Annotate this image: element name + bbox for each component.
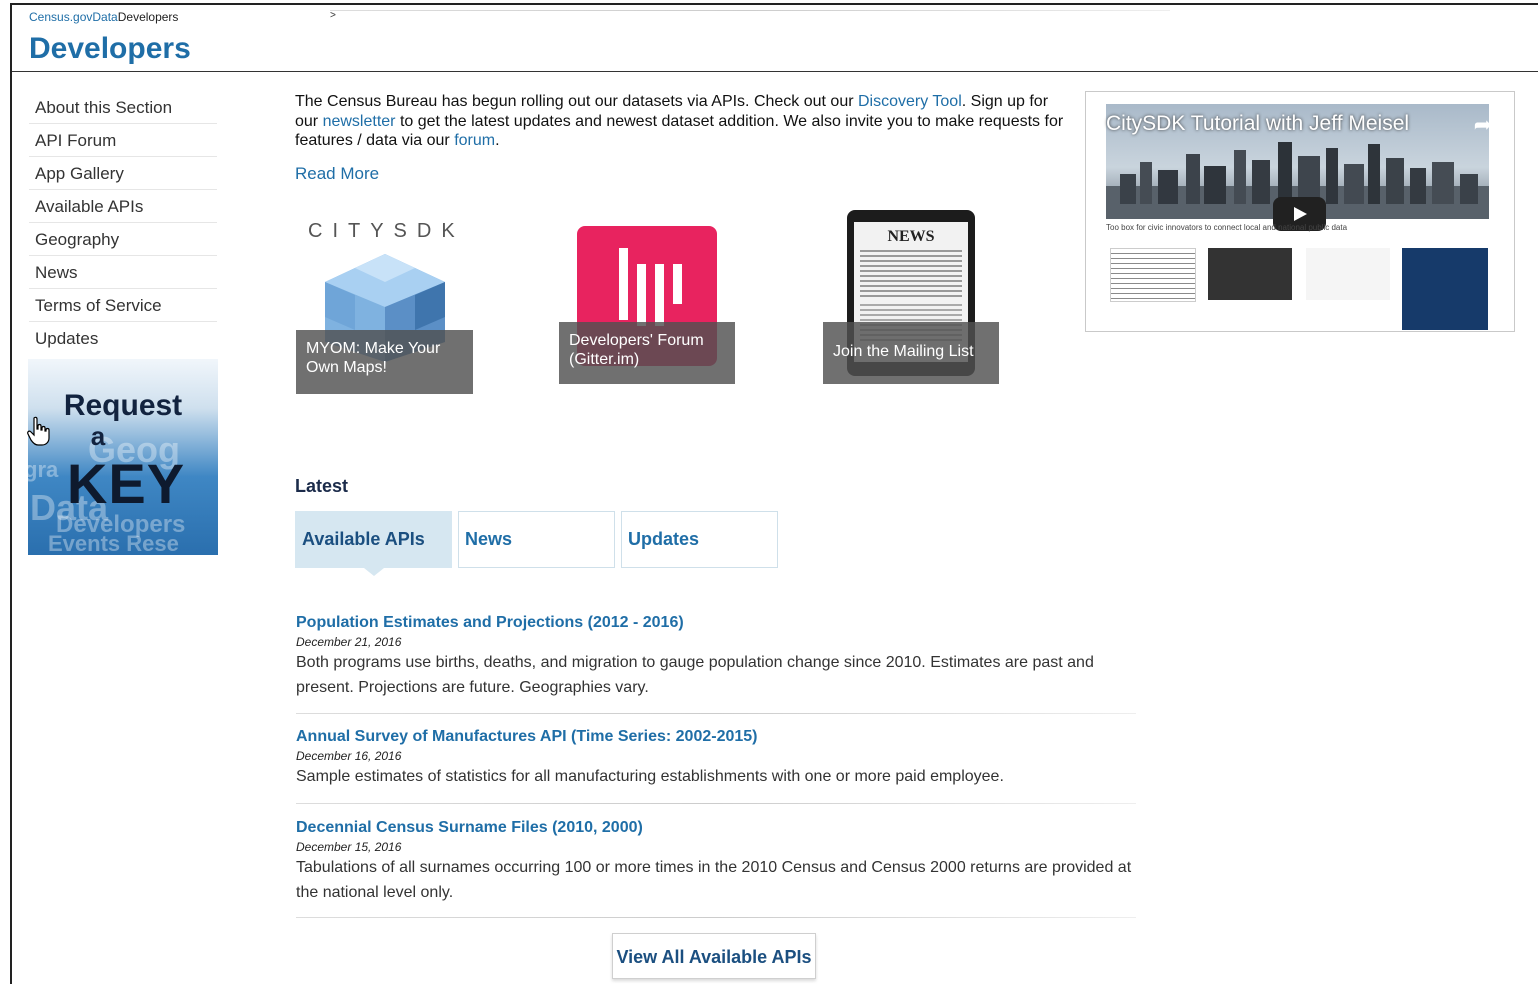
breadcrumb: Census.gov > Data > Developers	[29, 10, 1170, 24]
code-thumbnail	[1208, 248, 1292, 300]
tile-mailing-list-caption: Join the Mailing List	[823, 322, 999, 384]
forum-link[interactable]: forum	[454, 132, 495, 149]
entry-title[interactable]: Annual Survey of Manufactures API (Time …	[296, 728, 758, 745]
request-key-line1: Request	[63, 389, 183, 422]
sidebar-item-available-apis[interactable]: Available APIs	[29, 190, 217, 223]
entry-divider	[296, 713, 1136, 714]
partners-thumbnail	[1306, 248, 1390, 300]
share-icon[interactable]: ➦	[1474, 112, 1492, 138]
tab-updates[interactable]: Updates	[621, 511, 778, 568]
video-title: CitySDK Tutorial with Jeff Meisel	[1106, 112, 1410, 135]
entry-divider	[296, 803, 1136, 804]
request-key-line3: KEY	[66, 452, 186, 515]
sidebar-item-api-forum[interactable]: API Forum	[29, 124, 217, 157]
entry-date: December 15, 2016	[296, 840, 402, 854]
request-key-banner[interactable]: Geog gra Data Developers Events Rese Req…	[28, 359, 218, 555]
discovery-tool-link[interactable]: Discovery Tool	[858, 93, 962, 110]
tile-developers-forum[interactable]: Developers' Forum (Gitter.im)	[559, 224, 735, 384]
intro-text: The Census Bureau has begun rolling out …	[295, 93, 1064, 149]
entry-description: Tabulations of all surnames occurring 10…	[296, 859, 1132, 901]
sidebar-item-geography[interactable]: Geography	[29, 223, 217, 256]
hand-cursor-icon	[27, 416, 50, 446]
tab-available-apis[interactable]: Available APIs	[295, 511, 452, 576]
video-player[interactable]: CitySDK Tutorial with Jeff Meisel ➦ Too …	[1085, 91, 1515, 332]
breadcrumb-data[interactable]: Data	[92, 10, 117, 24]
breadcrumb-current: Developers	[117, 10, 179, 24]
docs-thumbnail	[1110, 248, 1196, 302]
view-all-apis-button[interactable]: View All Available APIs	[612, 933, 816, 979]
read-more-link[interactable]: Read More	[295, 164, 379, 184]
sidebar-item-news[interactable]: News	[29, 256, 217, 289]
entry-date: December 16, 2016	[296, 749, 402, 763]
header-divider	[12, 71, 1538, 72]
sidebar-item-about[interactable]: About this Section	[29, 91, 217, 124]
tile-developers-forum-caption: Developers' Forum (Gitter.im)	[559, 322, 735, 384]
entry-description: Both programs use births, deaths, and mi…	[296, 654, 1094, 696]
tab-news[interactable]: News	[458, 511, 615, 568]
opportunity-thumbnail	[1402, 248, 1488, 330]
list-item: Population Estimates and Projections (20…	[296, 614, 1146, 700]
sidebar-item-updates[interactable]: Updates	[29, 322, 217, 355]
entry-title[interactable]: Decennial Census Surname Files (2010, 20…	[296, 819, 643, 836]
sidebar-item-terms[interactable]: Terms of Service	[29, 289, 217, 322]
video-thumbnail-strip	[1106, 248, 1489, 330]
list-item: Annual Survey of Manufactures API (Time …	[296, 728, 1146, 789]
entry-date: December 21, 2016	[296, 635, 402, 649]
tile-myom-caption: MYOM: Make Your Own Maps!	[296, 330, 473, 394]
entry-divider	[296, 917, 1136, 918]
latest-heading: Latest	[295, 476, 349, 496]
entry-title[interactable]: Population Estimates and Projections (20…	[296, 614, 684, 631]
breadcrumb-census[interactable]: Census.gov	[29, 10, 92, 24]
newsletter-link[interactable]: newsletter	[323, 113, 396, 130]
page-title: Developers	[29, 32, 191, 65]
news-masthead: NEWS	[887, 228, 935, 245]
video-tagline: Too box for civic innovators to connect …	[1106, 223, 1348, 232]
tile-myom[interactable]: CITYSDK MYOM: Make Your Own Maps!	[296, 212, 473, 394]
sidebar-item-app-gallery[interactable]: App Gallery	[29, 157, 217, 190]
sidebar-nav: About this Section API Forum App Gallery…	[29, 91, 217, 355]
citysdk-logo: CITYSDK	[308, 220, 465, 242]
tile-mailing-list[interactable]: NEWS Join the Mailing List	[823, 210, 999, 384]
list-item: Decennial Census Surname Files (2010, 20…	[296, 819, 1146, 905]
entry-description: Sample estimates of statistics for all m…	[296, 768, 1004, 785]
